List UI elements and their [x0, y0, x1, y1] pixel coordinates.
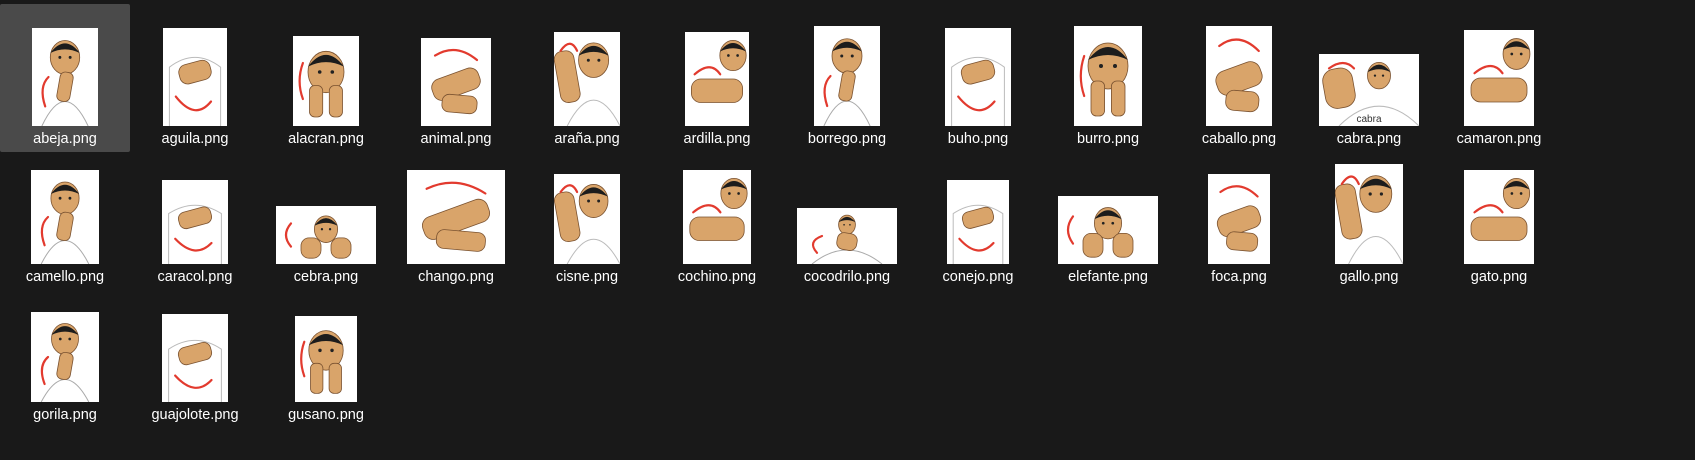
file-item[interactable]: gallo.png: [1304, 142, 1434, 290]
file-item[interactable]: caballo.png: [1174, 4, 1304, 152]
file-name-label: gorila.png: [33, 407, 97, 423]
thumbnail-area: [130, 146, 260, 264]
thumbnail-area: [261, 284, 391, 402]
image-thumbnail: [1464, 170, 1534, 264]
image-thumbnail: [1335, 164, 1403, 264]
file-name-label: cocodrilo.png: [803, 269, 891, 285]
file-item[interactable]: alacran.png: [261, 4, 391, 152]
image-thumbnail: [947, 180, 1009, 264]
file-item[interactable]: araña.png: [522, 4, 652, 152]
file-item[interactable]: conejo.png: [913, 142, 1043, 290]
thumbnail-area: [1434, 8, 1564, 126]
thumbnail-area: [391, 8, 521, 126]
file-item[interactable]: aguila.png: [130, 4, 260, 152]
file-name-label: cochino.png: [677, 269, 757, 285]
image-thumbnail: [32, 28, 98, 126]
file-name-label: cisne.png: [555, 269, 619, 285]
file-item[interactable]: gorila.png: [0, 280, 130, 428]
file-item[interactable]: cabra cabra.png: [1304, 4, 1434, 152]
file-item[interactable]: camaron.png: [1434, 4, 1564, 152]
image-thumbnail: [1206, 26, 1272, 126]
file-item[interactable]: gusano.png: [261, 280, 391, 428]
thumbnail-area: [913, 8, 1043, 126]
image-thumbnail: [1464, 30, 1534, 126]
thumbnail-area: [522, 146, 652, 264]
image-thumbnail: cabra: [1319, 54, 1419, 126]
file-name-label: gallo.png: [1339, 269, 1399, 285]
thumbnail-area: [391, 146, 521, 264]
file-item[interactable]: gato.png: [1434, 142, 1564, 290]
image-thumbnail: [162, 180, 228, 264]
image-thumbnail: [1074, 26, 1142, 126]
file-item[interactable]: buho.png: [913, 4, 1043, 152]
file-name-label: elefante.png: [1068, 269, 1148, 285]
thumbnail-area: [1304, 146, 1434, 264]
thumbnail-area: cabra: [1304, 8, 1434, 126]
thumbnail-area: [130, 284, 260, 402]
image-thumbnail: [407, 170, 505, 264]
file-item[interactable]: chango.png: [391, 142, 521, 290]
file-name-label: gusano.png: [288, 407, 364, 423]
thumbnail-area: [261, 146, 391, 264]
file-name-label: chango.png: [418, 269, 494, 285]
image-thumbnail: [31, 170, 99, 264]
image-thumbnail: [814, 26, 880, 126]
thumbnail-area: [0, 284, 130, 402]
file-item[interactable]: elefante.png: [1043, 142, 1173, 290]
thumbnail-area: [130, 8, 260, 126]
image-thumbnail: [276, 206, 376, 264]
file-item[interactable]: cebra.png: [261, 142, 391, 290]
image-thumbnail: [1208, 174, 1270, 264]
file-item[interactable]: foca.png: [1174, 142, 1304, 290]
file-item[interactable]: cisne.png: [522, 142, 652, 290]
file-name-label: foca.png: [1211, 269, 1267, 285]
file-item[interactable]: animal.png: [391, 4, 521, 152]
thumbnail-area: [0, 146, 130, 264]
thumbnail-area: [0, 8, 130, 126]
file-item[interactable]: abeja.png: [0, 4, 130, 152]
image-thumbnail: [554, 32, 620, 126]
thumbnail-area: [652, 146, 782, 264]
thumbnail-area: [913, 146, 1043, 264]
file-item[interactable]: cocodrilo.png: [782, 142, 912, 290]
image-thumbnail: [293, 36, 359, 126]
image-thumbnail: [685, 32, 749, 126]
image-thumbnail: [797, 208, 897, 264]
thumbnail-caption: cabra: [1356, 114, 1381, 125]
file-item[interactable]: camello.png: [0, 142, 130, 290]
thumbnail-area: [652, 8, 782, 126]
file-item[interactable]: caracol.png: [130, 142, 260, 290]
image-thumbnail: [945, 28, 1011, 126]
thumbnail-area: [1434, 146, 1564, 264]
file-name-label: gato.png: [1470, 269, 1528, 285]
thumbnail-area: [782, 8, 912, 126]
image-thumbnail: [295, 316, 357, 402]
thumbnail-area: [1174, 8, 1304, 126]
thumbnail-area: [522, 8, 652, 126]
thumbnail-area: [261, 8, 391, 126]
image-thumbnail: [1058, 196, 1158, 264]
image-thumbnail: [683, 170, 751, 264]
image-thumbnail: [554, 174, 620, 264]
file-item[interactable]: borrego.png: [782, 4, 912, 152]
file-name-label: guajolote.png: [151, 407, 239, 423]
image-thumbnail: [163, 28, 227, 126]
file-item[interactable]: guajolote.png: [130, 280, 260, 428]
thumbnail-area: [1043, 8, 1173, 126]
file-item[interactable]: cochino.png: [652, 142, 782, 290]
image-thumbnail: [162, 314, 228, 402]
thumbnail-area: [1043, 146, 1173, 264]
image-thumbnail: [421, 38, 491, 126]
image-thumbnail: [31, 312, 99, 402]
file-grid: abeja.png aguila.png alacran.png animal.pn…: [0, 0, 1695, 460]
file-item[interactable]: burro.png: [1043, 4, 1173, 152]
file-item[interactable]: ardilla.png: [652, 4, 782, 152]
thumbnail-area: [1174, 146, 1304, 264]
file-name-label: conejo.png: [942, 269, 1014, 285]
thumbnail-area: [782, 146, 912, 264]
